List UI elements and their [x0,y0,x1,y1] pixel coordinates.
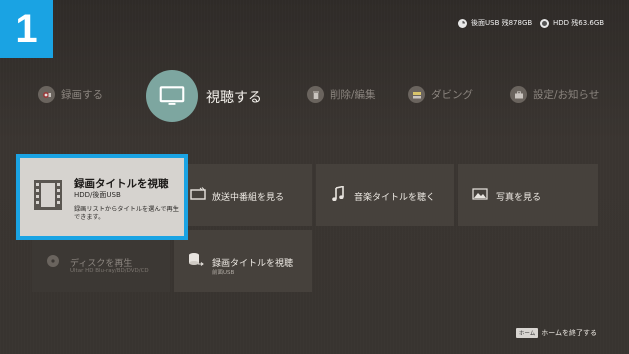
storage-usb: 後面USB 残878GB [458,18,532,28]
broadcast-tv-icon [190,187,206,200]
home-exit-text: ホームを終了する [541,329,597,337]
menu-record[interactable]: 録画する [38,86,103,103]
tile-music-title: 音楽タイトルを聴く [354,193,436,203]
tile-photo-title: 写真を見る [496,193,542,203]
menu-record-label: 録画する [61,89,103,101]
menu-delete-edit[interactable]: 削除/編集 [307,86,376,103]
home-exit-hint: ホーム ホームを終了する [515,328,597,338]
tile-broadcast-title: 放送中番組を見る [212,193,285,203]
menu-dubbing[interactable]: ダビング [408,86,473,103]
record-icon [38,86,55,103]
tile-disc-sub: Ultar HD Blu-ray/BD/DVD/CD [70,268,149,274]
menu-watch-active[interactable] [146,70,198,122]
usb-storage-icon [189,253,204,266]
menu-delete-edit-label: 削除/編集 [330,89,376,101]
film-icon [34,180,62,210]
storage-hdd-text: HDD 残63.6GB [553,19,605,27]
tile-recorded-hdd-title: 録画タイトルを視聴 [74,178,169,190]
tile-recorded-hdd-focused[interactable]: 録画タイトルを視聴 HDD/後面USB 録画リストからタイトルを選んで再生できま… [16,154,188,240]
photo-icon [472,188,488,200]
home-key-label: ホーム [515,328,539,338]
tv-icon [159,86,185,105]
music-note-icon [332,186,344,201]
tile-recorded-hdd: 録画タイトルを視聴 HDD/後面USB 録画リストからタイトルを選んで再生できま… [20,158,184,236]
menu-settings-label: 設定/お知らせ [533,89,600,101]
disc-icon [47,255,59,267]
tile-music[interactable]: 音楽タイトルを聴く [316,164,454,226]
tile-recorded-hdd-sub: HDD/後面USB [74,191,121,199]
toolbox-icon [510,86,527,103]
tile-recorded-usb[interactable]: 録画タイトルを視聴 前面USB [174,230,312,292]
step-number-badge: 1 [0,0,53,58]
menu-dubbing-label: ダビング [431,89,473,101]
storage-hdd: HDD 残63.6GB [540,18,604,28]
dubbing-icon [408,86,425,103]
tile-photo[interactable]: 写真を見る [458,164,598,226]
menu-watch-label: 視聴する [206,90,262,106]
storage-usb-text: 後面USB 残878GB [471,19,533,27]
pie-usage-icon [540,18,549,28]
tile-recorded-hdd-desc: 録画リストからタイトルを選んで再生できます。 [74,206,179,221]
menu-settings[interactable]: 設定/お知らせ [510,86,599,103]
tile-recorded-usb-sub: 前面USB [212,270,235,276]
tile-broadcast[interactable]: 放送中番組を見る [174,164,312,226]
pie-usage-icon [458,18,467,28]
trash-icon [307,86,324,103]
